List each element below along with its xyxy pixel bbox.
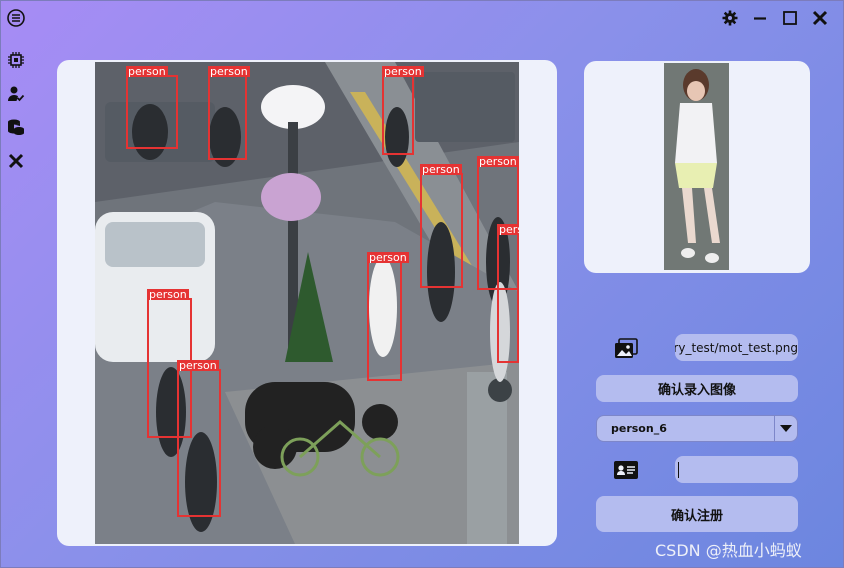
- user-check-icon[interactable]: [6, 84, 26, 104]
- person-crop-image: [664, 63, 729, 270]
- person-bbox: person: [497, 224, 519, 363]
- bbox-label: person: [177, 359, 219, 372]
- confirm-image-button[interactable]: 确认录入图像: [596, 375, 798, 402]
- video-frame: person person person person person person pers…: [95, 62, 519, 544]
- watermark: CSDN @热血小蚂蚁: [655, 541, 802, 560]
- person-bbox: person: [126, 66, 178, 149]
- bbox-label: person: [367, 251, 409, 264]
- person-bbox: person: [367, 252, 409, 381]
- person-bbox: person: [208, 66, 250, 160]
- close-icon[interactable]: [6, 151, 26, 171]
- bbox-label: person: [147, 288, 189, 301]
- image-icon: [613, 337, 639, 361]
- bbox-label: person: [477, 155, 519, 168]
- name-input[interactable]: [675, 456, 798, 483]
- minimize-icon[interactable]: [750, 8, 770, 28]
- text-cursor: [678, 461, 679, 478]
- bbox-label: person: [382, 65, 424, 78]
- close-icon[interactable]: [810, 8, 830, 28]
- detect-chip-icon[interactable]: [6, 50, 26, 70]
- database-icon[interactable]: [6, 117, 26, 137]
- image-path-text: ery_test/mot_test.png: [675, 340, 798, 355]
- person-select[interactable]: person_6: [596, 415, 798, 442]
- bbox-label: person: [126, 65, 168, 78]
- maximize-icon[interactable]: [780, 8, 800, 28]
- bbox-label: person: [208, 65, 250, 78]
- person-select-value: person_6: [611, 422, 667, 435]
- person-bbox: person: [177, 360, 221, 517]
- person-bbox: person: [420, 164, 463, 288]
- id-card-icon: [613, 459, 639, 481]
- confirm-register-button[interactable]: 确认注册: [596, 496, 798, 532]
- gear-icon[interactable]: [720, 8, 740, 28]
- person-bbox: person: [382, 66, 424, 155]
- bbox-label: person: [420, 163, 462, 176]
- menu-circle-icon[interactable]: [6, 8, 26, 28]
- image-path-field[interactable]: ery_test/mot_test.png: [675, 334, 798, 361]
- chevron-down-icon[interactable]: [774, 416, 797, 441]
- bbox-label: person: [497, 224, 519, 235]
